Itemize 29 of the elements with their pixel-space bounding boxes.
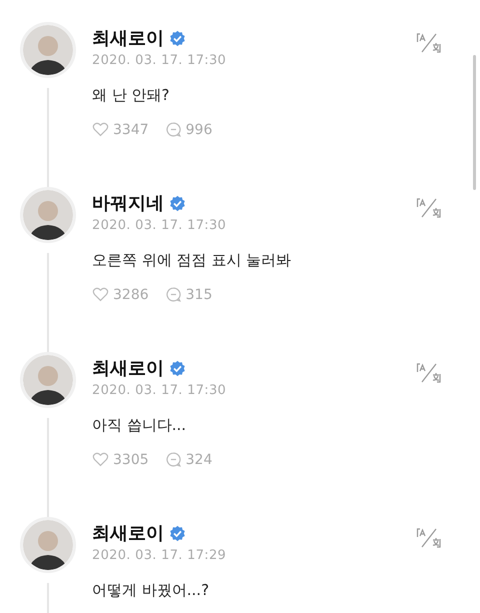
author-name[interactable]: 최새로이 [92, 356, 164, 380]
heart-icon[interactable] [92, 121, 109, 138]
avatar[interactable] [20, 517, 76, 573]
comment-icon[interactable] [164, 451, 182, 468]
author-name[interactable]: 바꿔지네 [92, 191, 164, 215]
post-time: 2020. 03. 17. 17:30 [92, 383, 228, 398]
author-name[interactable]: 최새로이 [92, 521, 164, 545]
post-text: 왜 난 안돼? [92, 86, 170, 105]
comment-icon[interactable] [164, 286, 182, 303]
heart-icon[interactable] [92, 286, 109, 303]
avatar[interactable] [20, 22, 76, 78]
post-time: 2020. 03. 17. 17:29 [92, 548, 228, 563]
post-text: 아직 씁니다... [92, 416, 188, 435]
comment-count: 324 [186, 452, 212, 468]
post-text: 어떻게 바꿨어...? [92, 581, 210, 600]
comment-icon[interactable] [164, 121, 182, 138]
comment-count: 996 [186, 122, 212, 138]
comment-count: 315 [186, 286, 212, 302]
avatar[interactable] [20, 187, 76, 243]
like-count: 3305 [113, 452, 149, 468]
scrollbar-thumb[interactable] [473, 55, 476, 190]
like-count: 3286 [113, 286, 149, 302]
avatar[interactable] [20, 352, 76, 408]
author-name[interactable]: 최새로이 [92, 26, 164, 50]
post-time: 2020. 03. 17. 17:30 [92, 53, 228, 68]
like-count: 3347 [113, 122, 149, 138]
post-time: 2020. 03. 17. 17:30 [92, 218, 228, 233]
heart-icon[interactable] [92, 451, 109, 468]
post-text: 오른쪽 위에 점점 표시 눌러봐 [92, 251, 292, 270]
